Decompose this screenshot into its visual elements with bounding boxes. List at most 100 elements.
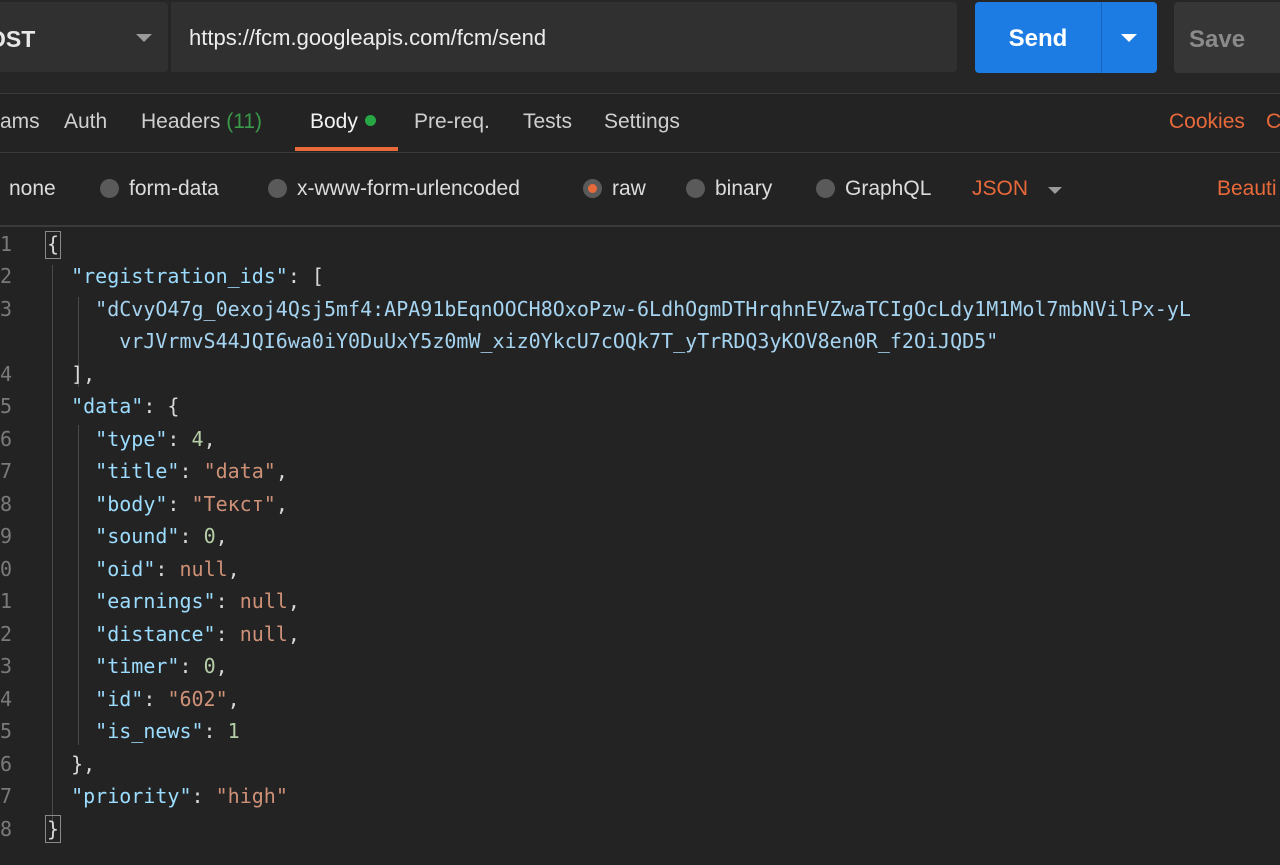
line-number: 3	[0, 297, 12, 321]
url-input[interactable]: https://fcm.googleapis.com/fcm/send	[171, 2, 957, 72]
send-button[interactable]: Send	[975, 2, 1101, 73]
json-key: "registration_ids"	[71, 264, 288, 288]
beautify-link[interactable]: Beauti	[1217, 177, 1277, 201]
json-key: "earnings"	[95, 589, 216, 613]
line-number: 4	[0, 687, 12, 711]
tab-auth[interactable]: Auth	[64, 110, 107, 134]
code-text: "title": "data",	[95, 459, 288, 483]
tab-headers-label: Headers	[141, 110, 221, 133]
json-key: "data"	[71, 394, 144, 418]
code-text: }	[47, 817, 60, 841]
json-key: "body"	[95, 492, 168, 516]
code-editor[interactable]: 1 { 2 "registration_ids": [ 3 "dCvyO47g_0…	[0, 227, 1280, 865]
code-text: "data": {	[71, 394, 180, 418]
language-select[interactable]: JSON	[972, 177, 1028, 201]
line-number: 1	[0, 232, 12, 256]
line-number: 0	[0, 557, 12, 581]
radio-urlencoded[interactable]: x-www-form-urlencoded	[268, 177, 520, 201]
code-text: "oid": null,	[95, 557, 240, 581]
code-text: "distance": null,	[95, 622, 300, 646]
method-label: OST	[0, 26, 36, 52]
radio-urlencoded-label: x-www-form-urlencoded	[297, 177, 520, 200]
registration-id-string: "dCvyO47g_0exoj4Qsj5mf4:APA91bEqnOOCH8Ox…	[95, 297, 1191, 321]
json-value: "high"	[215, 784, 288, 808]
radio-none[interactable]: none	[0, 177, 56, 201]
chevron-down-icon	[1121, 34, 1137, 42]
code-text: "id": "602",	[95, 687, 240, 711]
json-value: "data"	[203, 459, 276, 483]
json-value: 0	[203, 654, 216, 678]
radio-none-label: none	[9, 177, 56, 200]
radio-form-data[interactable]: form-data	[100, 177, 219, 201]
tab-prereq[interactable]: Pre-req.	[414, 110, 490, 134]
radio-raw-label: raw	[612, 177, 646, 200]
radio-form-data-label: form-data	[129, 177, 219, 200]
line-number: 7	[0, 784, 12, 808]
radio-graphql[interactable]: GraphQL	[816, 177, 931, 201]
json-key: "priority"	[71, 784, 192, 808]
json-value: null	[179, 557, 228, 581]
json-key: "id"	[95, 687, 144, 711]
request-bar: OST https://fcm.googleapis.com/fcm/send …	[0, 0, 1280, 94]
line-number: 3	[0, 654, 12, 678]
tab-body-label: Body	[310, 110, 358, 133]
line-number: 6	[0, 752, 12, 776]
json-value: null	[239, 589, 288, 613]
tab-params[interactable]: ams	[0, 110, 40, 134]
body-type-selector: none form-data x-www-form-urlencoded raw…	[0, 153, 1280, 227]
code-text: "timer": 0,	[95, 654, 228, 678]
send-options-button[interactable]	[1101, 2, 1157, 73]
line-number: 8	[0, 817, 12, 841]
json-key: "sound"	[95, 524, 180, 548]
code-text: "sound": 0,	[95, 524, 228, 548]
json-value: null	[239, 622, 288, 646]
json-key: "is_news"	[95, 719, 204, 743]
json-value: 0	[203, 524, 216, 548]
chevron-down-icon[interactable]	[1048, 187, 1062, 194]
code-link[interactable]: C	[1266, 110, 1280, 134]
code-text: "earnings": null,	[95, 589, 300, 613]
radio-circle	[268, 179, 287, 198]
line-number: 6	[0, 427, 12, 451]
line-number: 4	[0, 362, 12, 386]
radio-raw[interactable]: raw	[583, 177, 646, 201]
line-number: 8	[0, 492, 12, 516]
radio-binary[interactable]: binary	[686, 177, 772, 201]
tab-body[interactable]: Body	[310, 110, 376, 134]
json-key: "title"	[95, 459, 180, 483]
code-text: "is_news": 1	[95, 719, 240, 743]
send-label: Send	[1008, 25, 1068, 52]
radio-circle	[686, 179, 705, 198]
headers-count: (11)	[226, 110, 263, 133]
json-value: 1	[227, 719, 240, 743]
code-text: {	[47, 232, 60, 256]
cookies-link[interactable]: Cookies	[1169, 110, 1245, 134]
line-number: 1	[0, 589, 12, 613]
radio-circle-selected	[583, 179, 602, 198]
line-number: 2	[0, 264, 12, 288]
json-key: "type"	[95, 427, 168, 451]
radio-circle	[816, 179, 835, 198]
line-number: 2	[0, 622, 12, 646]
code-text: "priority": "high"	[71, 784, 288, 808]
save-button[interactable]: Save	[1174, 2, 1280, 73]
code-text: "registration_ids": [	[71, 264, 324, 288]
json-key: "distance"	[95, 622, 216, 646]
save-label: Save	[1189, 26, 1246, 53]
method-select[interactable]: OST	[0, 2, 168, 72]
json-value: "Текст"	[191, 492, 276, 516]
request-tabs: ams Auth Headers (11) Body Pre-req. Test…	[0, 94, 1280, 153]
registration-id-string-wrap: vrJVrmvS44JQI6wa0iY0DuUxY5z0mW_xiz0YkcU7…	[119, 329, 999, 353]
url-text: https://fcm.googleapis.com/fcm/send	[189, 25, 547, 50]
code-text: ],	[47, 362, 96, 386]
code-text: "type": 4,	[95, 427, 216, 451]
line-number: 7	[0, 459, 12, 483]
line-number: 9	[0, 524, 12, 548]
json-value: "602"	[167, 687, 228, 711]
json-key: "oid"	[95, 557, 156, 581]
tab-tests[interactable]: Tests	[523, 110, 572, 134]
radio-circle	[100, 179, 119, 198]
code-text: "body": "Текст",	[95, 492, 288, 516]
tab-settings[interactable]: Settings	[604, 110, 680, 134]
tab-headers[interactable]: Headers (11)	[141, 110, 262, 134]
